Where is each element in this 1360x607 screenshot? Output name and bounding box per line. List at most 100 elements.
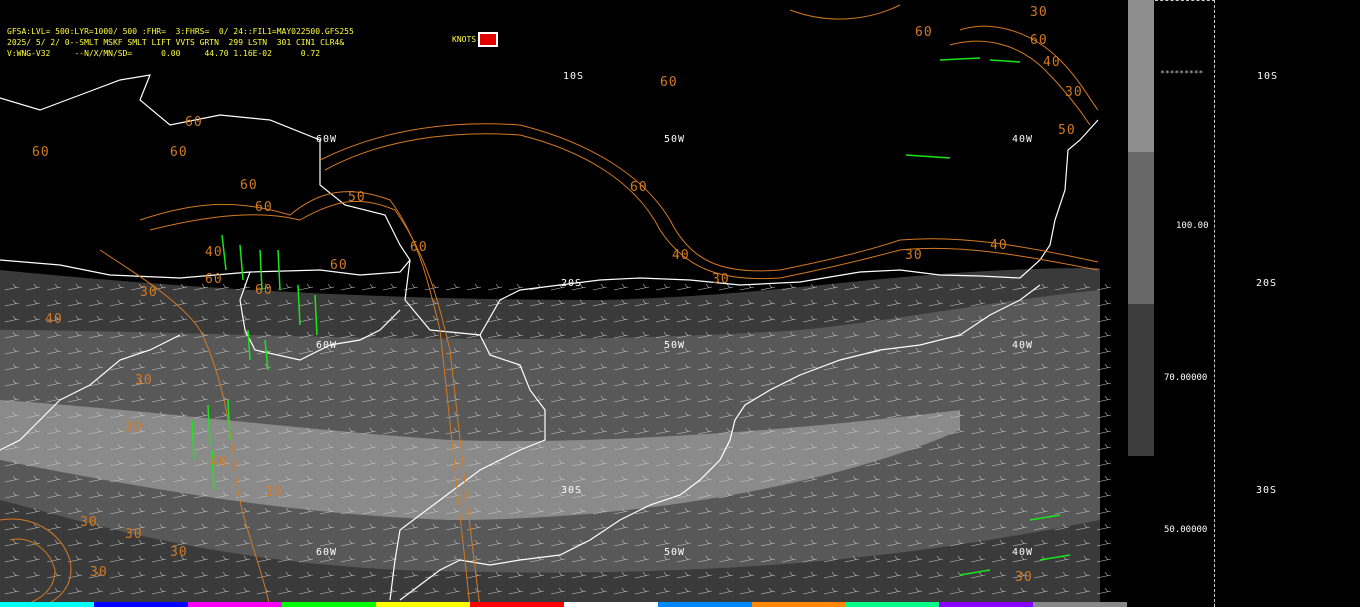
wind-barb [613, 283, 629, 291]
strip-cell [1033, 602, 1057, 607]
strip-cell [1009, 602, 1034, 607]
strip-cell [140, 602, 165, 607]
contour-label: 40 [1043, 55, 1061, 70]
header-line-3: V:WNG-V32 --N/X/MN/SD= 0.00 44.70 1.16E-… [7, 49, 321, 58]
grid-label-50w-mid: 50W [664, 340, 686, 351]
strip-cell [23, 602, 47, 607]
grid-label-40w-mid: 40W [1012, 340, 1034, 351]
strip-cell [868, 602, 893, 607]
contour-label: 60 [660, 75, 678, 90]
wind-barb [319, 283, 335, 291]
colorbar-segment [1128, 0, 1154, 152]
strip-cell [892, 602, 916, 607]
strip-cell [774, 602, 799, 607]
wind-barb [634, 283, 650, 291]
grid-label-40w-bottom: 40W [1012, 547, 1034, 558]
contour-label: 50 [348, 190, 366, 205]
colorbar-label-100: 100.00 [1176, 221, 1209, 231]
strip-cell [939, 602, 963, 607]
contour-label: 60 [170, 145, 188, 160]
contour-label: 60 [915, 25, 933, 40]
contour-label: 60 [630, 180, 648, 195]
colorbar-segment [1128, 152, 1154, 304]
contour-label: 60 [255, 283, 273, 298]
wind-barb [760, 283, 776, 291]
bottom-color-strip [0, 602, 1127, 607]
wind-barb [340, 283, 356, 291]
contour-label: 60 [205, 272, 223, 287]
legend-panel [1127, 0, 1360, 607]
strip-cell [305, 602, 329, 607]
strip-cell [1056, 602, 1081, 607]
contour-label: 30 [265, 485, 283, 500]
strip-cell [211, 602, 235, 607]
strip-cell [610, 602, 635, 607]
strip-cell [46, 602, 71, 607]
knots-legend: KNOTS [452, 31, 499, 47]
panel-divider [1214, 0, 1215, 607]
contour-label: 30 [1015, 570, 1033, 585]
contour-label: 60 [1030, 33, 1048, 48]
contour-label: 30 [125, 420, 143, 435]
strip-cell [845, 602, 869, 607]
contour-label: 60 [330, 258, 348, 273]
right-lat-10s: 10S [1257, 71, 1279, 82]
strip-cell [258, 602, 282, 607]
right-lat-20s: 20S [1256, 278, 1278, 289]
strip-cell [681, 602, 705, 607]
strip-cell [634, 602, 658, 607]
legend-stars: ********* [1160, 69, 1204, 78]
strip-cell [704, 602, 729, 607]
right-lat-30s: 30S [1256, 485, 1278, 496]
grid-label-20s: 20S [561, 278, 583, 289]
strip-cell [446, 602, 470, 607]
header-line-2: 2025/ 5/ 2/ 0--SMLT MSKF SMLT LIFT VVTS … [7, 38, 345, 47]
contour-label: 50 [1058, 123, 1076, 138]
map-canvas [0, 4, 1112, 607]
panel-divider-top [1155, 0, 1215, 1]
strip-cell [187, 602, 212, 607]
strip-cell [751, 602, 775, 607]
strip-cell [328, 602, 353, 607]
contour-label: 30 [135, 373, 153, 388]
grid-label-50w-top: 50W [664, 134, 686, 145]
wind-barb [382, 283, 398, 291]
knots-label: KNOTS [452, 34, 477, 44]
strip-cell [1080, 602, 1104, 607]
strip-cell [0, 602, 24, 607]
strip-cell [516, 602, 541, 607]
strip-cell [915, 602, 940, 607]
contour-label: 60 [255, 200, 273, 215]
map-panel: GFSA:LVL= 500:LYR=1000/ 500 :FHR= 3:FHRS… [0, 0, 1127, 607]
contour-label: 60 [410, 240, 428, 255]
strip-cell [657, 602, 682, 607]
strip-cell [563, 602, 588, 607]
contour-label: 30 [170, 545, 188, 560]
strip-cell [798, 602, 822, 607]
grid-label-50w-bottom: 50W [664, 547, 686, 558]
grid-label-60w-top: 60W [316, 134, 338, 145]
strip-cell [352, 602, 376, 607]
wind-barb [445, 283, 461, 291]
strip-cell [399, 602, 423, 607]
grid-label-60w-bottom: 60W [316, 547, 338, 558]
strip-cell [587, 602, 611, 607]
strip-cell [70, 602, 94, 607]
contour-label: 30 [712, 272, 730, 287]
strip-cell [422, 602, 447, 607]
strip-cell [962, 602, 987, 607]
colorbar-label-50: 50.00000 [1164, 525, 1208, 535]
strip-cell [493, 602, 517, 607]
colorbar-label-70: 70.00000 [1164, 373, 1208, 383]
contour-label: 30 [905, 248, 923, 263]
grid-label-10s: 10S [563, 71, 585, 82]
grid-label-60w-mid: 60W [316, 340, 338, 351]
contour-label: 30 [90, 565, 108, 580]
wind-barb [697, 283, 713, 291]
strip-cell [469, 602, 494, 607]
strip-cell [1103, 602, 1127, 607]
contour-label: 30 [80, 515, 98, 530]
wind-barb [592, 283, 608, 291]
grid-label-30s: 30S [561, 485, 583, 496]
wind-barb [487, 283, 503, 291]
